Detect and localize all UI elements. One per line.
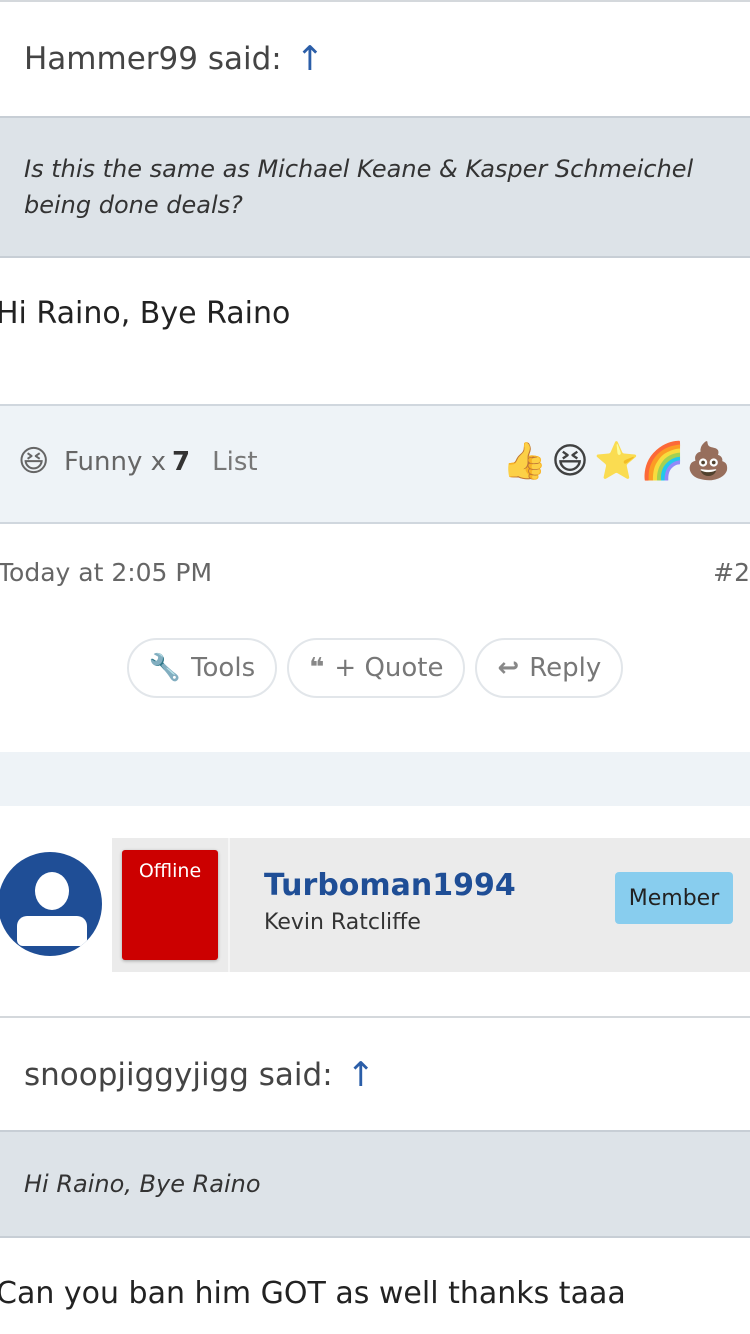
post-message: Hi Raino, Bye Raino (0, 296, 291, 331)
quote-author: snoopjiggyjigg said: (24, 1057, 333, 1093)
panel-divider (228, 838, 230, 972)
post-meta: Today at 2:05 PM #2 (0, 558, 750, 587)
wrench-icon: 🔧 (148, 653, 182, 683)
avatar-head-icon (35, 872, 69, 910)
reaction-label: Funny x (64, 447, 167, 477)
star-icon[interactable]: ⭐ (594, 438, 639, 486)
username[interactable]: Turboman1994 (264, 868, 516, 903)
reactions-bar: 😆 Funny x 7 List 👍 😆 ⭐ 🌈 💩 (0, 404, 750, 524)
jump-to-quote-icon[interactable]: ↑ (347, 1055, 376, 1095)
user-card: Offline Turboman1994 Kevin Ratcliffe Mem… (0, 838, 750, 972)
quote-text: Is this the same as Michael Keane & Kasp… (24, 155, 694, 219)
reaction-list-link[interactable]: List (212, 447, 257, 477)
quote-author: Hammer99 said: (24, 41, 282, 77)
rainbow-icon[interactable]: 🌈 (640, 438, 685, 486)
user-info-panel: Offline Turboman1994 Kevin Ratcliffe Mem… (112, 838, 750, 972)
quote-label: + Quote (334, 653, 444, 683)
quote-marks-icon: ❝ (309, 653, 325, 683)
status-indicator: Offline (122, 850, 218, 960)
poop-icon[interactable]: 💩 (686, 438, 731, 486)
reply-arrow-icon: ↩ (497, 653, 520, 683)
reply-button[interactable]: ↩ Reply (475, 638, 624, 698)
post-timestamp[interactable]: Today at 2:05 PM (0, 558, 212, 587)
reply-label: Reply (529, 653, 602, 683)
status-label: Offline (138, 860, 202, 882)
jump-to-quote-icon[interactable]: ↑ (296, 39, 325, 79)
quote-body: Is this the same as Michael Keane & Kasp… (0, 116, 750, 258)
quote-header: snoopjiggyjigg said: ↑ (0, 1016, 750, 1132)
reaction-count: 7 (172, 447, 191, 477)
avatar[interactable] (0, 852, 102, 956)
quote-text: Hi Raino, Bye Raino (24, 1170, 261, 1198)
reaction-picker: 👍 😆 ⭐ 🌈 💩 (502, 438, 731, 486)
quote-header: Hammer99 said: ↑ (0, 0, 750, 116)
post-number[interactable]: #2 (713, 558, 750, 587)
tools-button[interactable]: 🔧 Tools (126, 638, 278, 698)
avatar-body-icon (17, 916, 87, 946)
real-name: Kevin Ratcliffe (264, 910, 421, 935)
thumbs-up-icon[interactable]: 👍 (502, 438, 547, 486)
post-message: Can you ban him GOT as well thanks taaa (0, 1276, 626, 1311)
reaction-summary[interactable]: 😆 Funny x 7 List (18, 442, 258, 482)
laughing-face-icon: 😆 (18, 444, 50, 479)
role-badge: Member (615, 872, 733, 924)
post-divider (0, 752, 750, 806)
laughing-face-icon[interactable]: 😆 (548, 438, 592, 486)
tools-label: Tools (191, 653, 256, 683)
quote-body: Hi Raino, Bye Raino (0, 1130, 750, 1238)
post-actions: 🔧 Tools ❝ + Quote ↩ Reply (0, 638, 750, 698)
quote-button[interactable]: ❝ + Quote (287, 638, 466, 698)
